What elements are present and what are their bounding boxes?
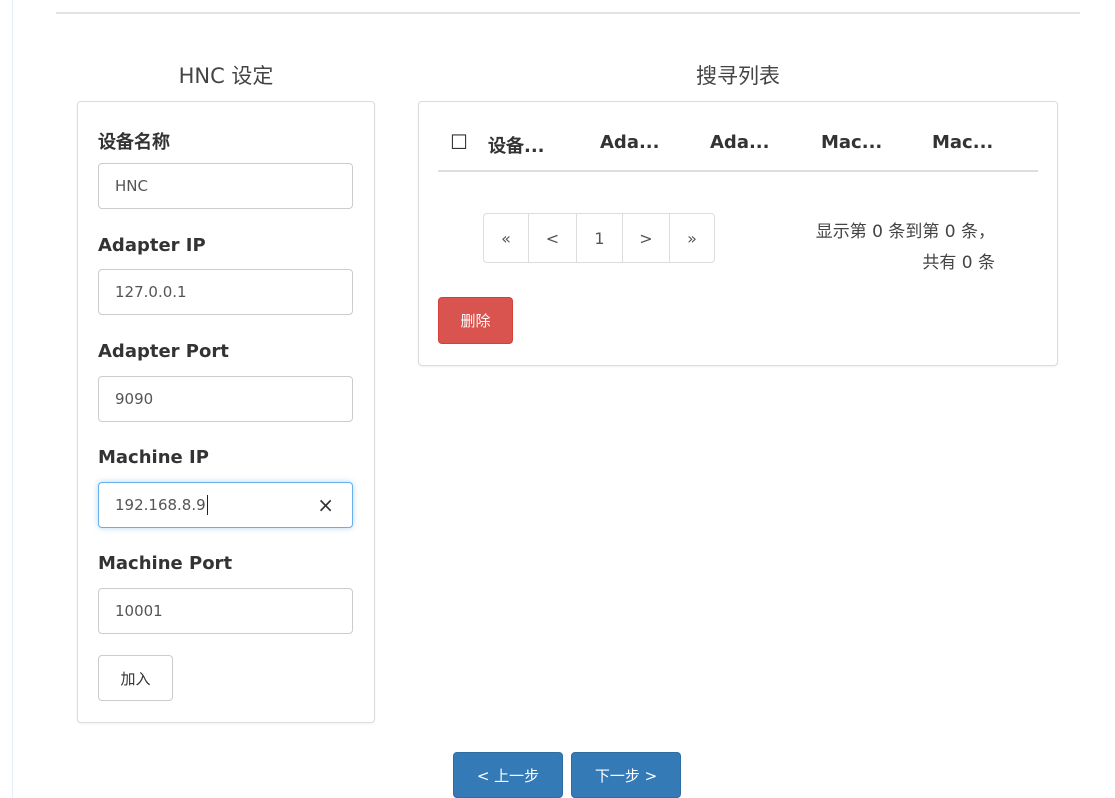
machine-port-value: 10001 <box>115 602 163 620</box>
pagination-info: 显示第 0 条到第 0 条， 共有 0 条 <box>740 217 995 279</box>
adapter-ip-input[interactable]: 127.0.0.1 <box>98 269 353 315</box>
delete-button[interactable]: 删除 <box>438 297 513 344</box>
device-name-label: 设备名称 <box>98 132 170 153</box>
device-name-value: HNC <box>115 177 148 195</box>
clear-icon[interactable]: × <box>317 493 334 517</box>
table-header: ☐ 设备... Ada... Ada... Mac... Mac... <box>438 128 1038 172</box>
next-page-button[interactable]: > <box>623 214 670 262</box>
last-page-button[interactable]: » <box>670 214 714 262</box>
column-header[interactable]: Ada... <box>600 132 659 153</box>
left-edge-line <box>12 0 13 798</box>
adapter-port-label: Adapter Port <box>98 341 229 362</box>
machine-port-label: Machine Port <box>98 553 233 574</box>
search-list-title: 搜寻列表 <box>696 64 780 88</box>
adapter-ip-label: Adapter IP <box>98 235 206 256</box>
column-header[interactable]: Mac... <box>932 132 993 153</box>
adapter-ip-value: 127.0.0.1 <box>115 283 187 301</box>
column-header[interactable]: 设备... <box>488 132 545 158</box>
machine-port-input[interactable]: 10001 <box>98 588 353 634</box>
prev-page-button[interactable]: < <box>529 214 577 262</box>
device-name-input[interactable]: HNC <box>98 163 353 209</box>
next-step-button[interactable]: 下一步 > <box>571 752 681 798</box>
pagination: « < 1 > » <box>483 213 715 263</box>
column-header[interactable]: Mac... <box>821 132 882 153</box>
page: HNC 设定 搜寻列表 设备名称 HNC Adapter IP 127.0.0.… <box>0 0 1115 798</box>
select-all-checkbox[interactable]: ☐ <box>450 130 468 154</box>
previous-step-button[interactable]: < 上一步 <box>453 752 563 798</box>
hnc-settings-title: HNC 设定 <box>178 64 274 88</box>
first-page-button[interactable]: « <box>484 214 529 262</box>
machine-ip-label: Machine IP <box>98 447 209 468</box>
machine-ip-input[interactable]: 192.168.8.9 × <box>98 482 353 528</box>
pagination-total-text: 共有 0 条 <box>922 253 995 273</box>
adapter-port-input[interactable]: 9090 <box>98 376 353 422</box>
add-button[interactable]: 加入 <box>98 655 173 701</box>
top-divider <box>56 12 1080 14</box>
column-header[interactable]: Ada... <box>710 132 769 153</box>
pagination-range-text: 显示第 0 条到第 0 条， <box>815 222 995 242</box>
page-number-button[interactable]: 1 <box>577 214 623 262</box>
text-caret <box>206 495 208 515</box>
machine-ip-value: 192.168.8.9 <box>115 496 206 514</box>
adapter-port-value: 9090 <box>115 390 154 408</box>
